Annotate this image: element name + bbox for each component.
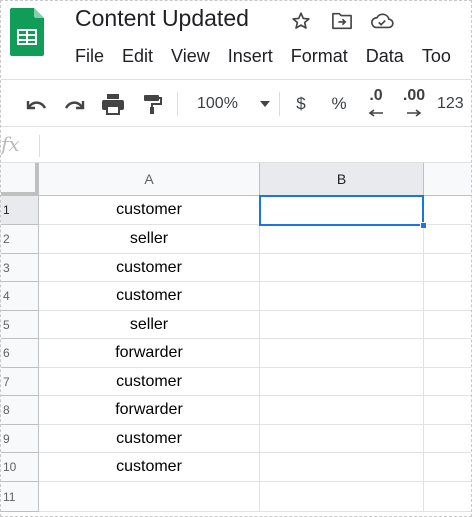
menu-data[interactable]: Data <box>366 44 404 68</box>
cell-b1[interactable] <box>260 196 424 225</box>
cell-c9[interactable] <box>424 425 471 453</box>
star-icon[interactable] <box>289 10 313 32</box>
column-header-b[interactable]: B <box>260 163 424 196</box>
cell-c10[interactable] <box>424 453 471 482</box>
row-header-1[interactable]: 1 <box>1 196 39 225</box>
cell-a11[interactable] <box>39 482 260 512</box>
cell-a1[interactable]: customer <box>39 196 260 225</box>
cell-a10[interactable]: customer <box>39 453 260 482</box>
cell-a2[interactable]: seller <box>39 225 260 254</box>
redo-icon[interactable] <box>62 90 88 118</box>
increase-decimal-label: .00 <box>402 86 426 104</box>
arrow-left-icon <box>368 104 384 122</box>
cell-a5[interactable]: seller <box>39 311 260 339</box>
sheets-logo-icon[interactable] <box>10 8 44 56</box>
increase-decimal-button[interactable]: .00 <box>397 86 431 118</box>
formula-input[interactable] <box>47 133 467 157</box>
more-formats-button[interactable]: 123 <box>437 90 471 118</box>
select-all-corner[interactable] <box>1 163 39 196</box>
cloud-saved-icon[interactable] <box>370 10 394 32</box>
cell-b4[interactable] <box>260 282 424 311</box>
cell-b8[interactable] <box>260 396 424 425</box>
sheet-grid: A B 1 2 3 4 5 6 7 8 9 10 11 customer sel… <box>1 163 471 516</box>
cell-c2[interactable] <box>424 225 471 254</box>
column-header-c[interactable] <box>424 163 471 196</box>
format-percent-button[interactable]: % <box>328 90 350 118</box>
row-header-2[interactable]: 2 <box>1 225 39 254</box>
cell-a6[interactable]: forwarder <box>39 339 260 368</box>
cell-b2[interactable] <box>260 225 424 254</box>
zoom-value: 100% <box>197 95 238 112</box>
cell-c1[interactable] <box>424 196 471 225</box>
column-header-a[interactable]: A <box>39 163 260 196</box>
fill-handle[interactable] <box>420 222 427 229</box>
cell-a8[interactable]: forwarder <box>39 396 260 425</box>
format-currency-button[interactable]: $ <box>291 90 311 118</box>
cell-b3[interactable] <box>260 254 424 282</box>
menu-insert[interactable]: Insert <box>228 44 273 68</box>
decrease-decimal-label: .0 <box>369 86 383 104</box>
cell-a3[interactable]: customer <box>39 254 260 282</box>
move-to-folder-icon[interactable] <box>330 10 354 32</box>
cell-c11[interactable] <box>424 482 471 512</box>
row-header-4[interactable]: 4 <box>1 282 39 311</box>
menu-format[interactable]: Format <box>291 44 348 68</box>
row-header-9[interactable]: 9 <box>1 425 39 453</box>
paint-format-icon[interactable] <box>140 90 164 118</box>
cell-b9[interactable] <box>260 425 424 453</box>
cell-c3[interactable] <box>424 254 471 282</box>
row-header-3[interactable]: 3 <box>1 254 39 282</box>
cell-a7[interactable]: customer <box>39 368 260 396</box>
formula-divider <box>39 135 40 157</box>
zoom-select[interactable]: 100% <box>191 90 271 118</box>
row-header-8[interactable]: 8 <box>1 396 39 425</box>
toolbar-divider <box>177 92 178 116</box>
menu-edit[interactable]: Edit <box>122 44 153 68</box>
menu-tools[interactable]: Too <box>422 44 451 68</box>
fx-icon: fx <box>1 132 20 156</box>
row-header-7[interactable]: 7 <box>1 368 39 396</box>
cell-c6[interactable] <box>424 339 471 368</box>
menu-view[interactable]: View <box>171 44 210 68</box>
toolbar: 100% $ % .0 .00 123 <box>1 79 471 127</box>
cell-c5[interactable] <box>424 311 471 339</box>
cell-b10[interactable] <box>260 453 424 482</box>
toolbar-divider <box>279 92 280 116</box>
cell-b5[interactable] <box>260 311 424 339</box>
row-header-6[interactable]: 6 <box>1 339 39 368</box>
cell-a4[interactable]: customer <box>39 282 260 311</box>
cell-b7[interactable] <box>260 368 424 396</box>
cell-c8[interactable] <box>424 396 471 425</box>
cell-c4[interactable] <box>424 282 471 311</box>
menu-bar: File Edit View Insert Format Data Too <box>75 44 469 68</box>
cell-c7[interactable] <box>424 368 471 396</box>
menu-file[interactable]: File <box>75 44 104 68</box>
document-title[interactable]: Content Updated <box>75 5 249 32</box>
decrease-decimal-button[interactable]: .0 <box>359 86 393 118</box>
arrow-right-icon <box>406 104 422 122</box>
row-header-5[interactable]: 5 <box>1 311 39 339</box>
undo-icon[interactable] <box>23 90 49 118</box>
cell-b11[interactable] <box>260 482 424 512</box>
spreadsheet-window: Content Updated File Edit View Insert Fo… <box>0 0 472 517</box>
print-icon[interactable] <box>100 90 126 118</box>
cell-b6[interactable] <box>260 339 424 368</box>
row-header-10[interactable]: 10 <box>1 453 39 482</box>
formula-bar: fx <box>1 127 471 163</box>
cell-a9[interactable]: customer <box>39 425 260 453</box>
chevron-down-icon <box>259 95 271 113</box>
row-header-11[interactable]: 11 <box>1 482 39 512</box>
